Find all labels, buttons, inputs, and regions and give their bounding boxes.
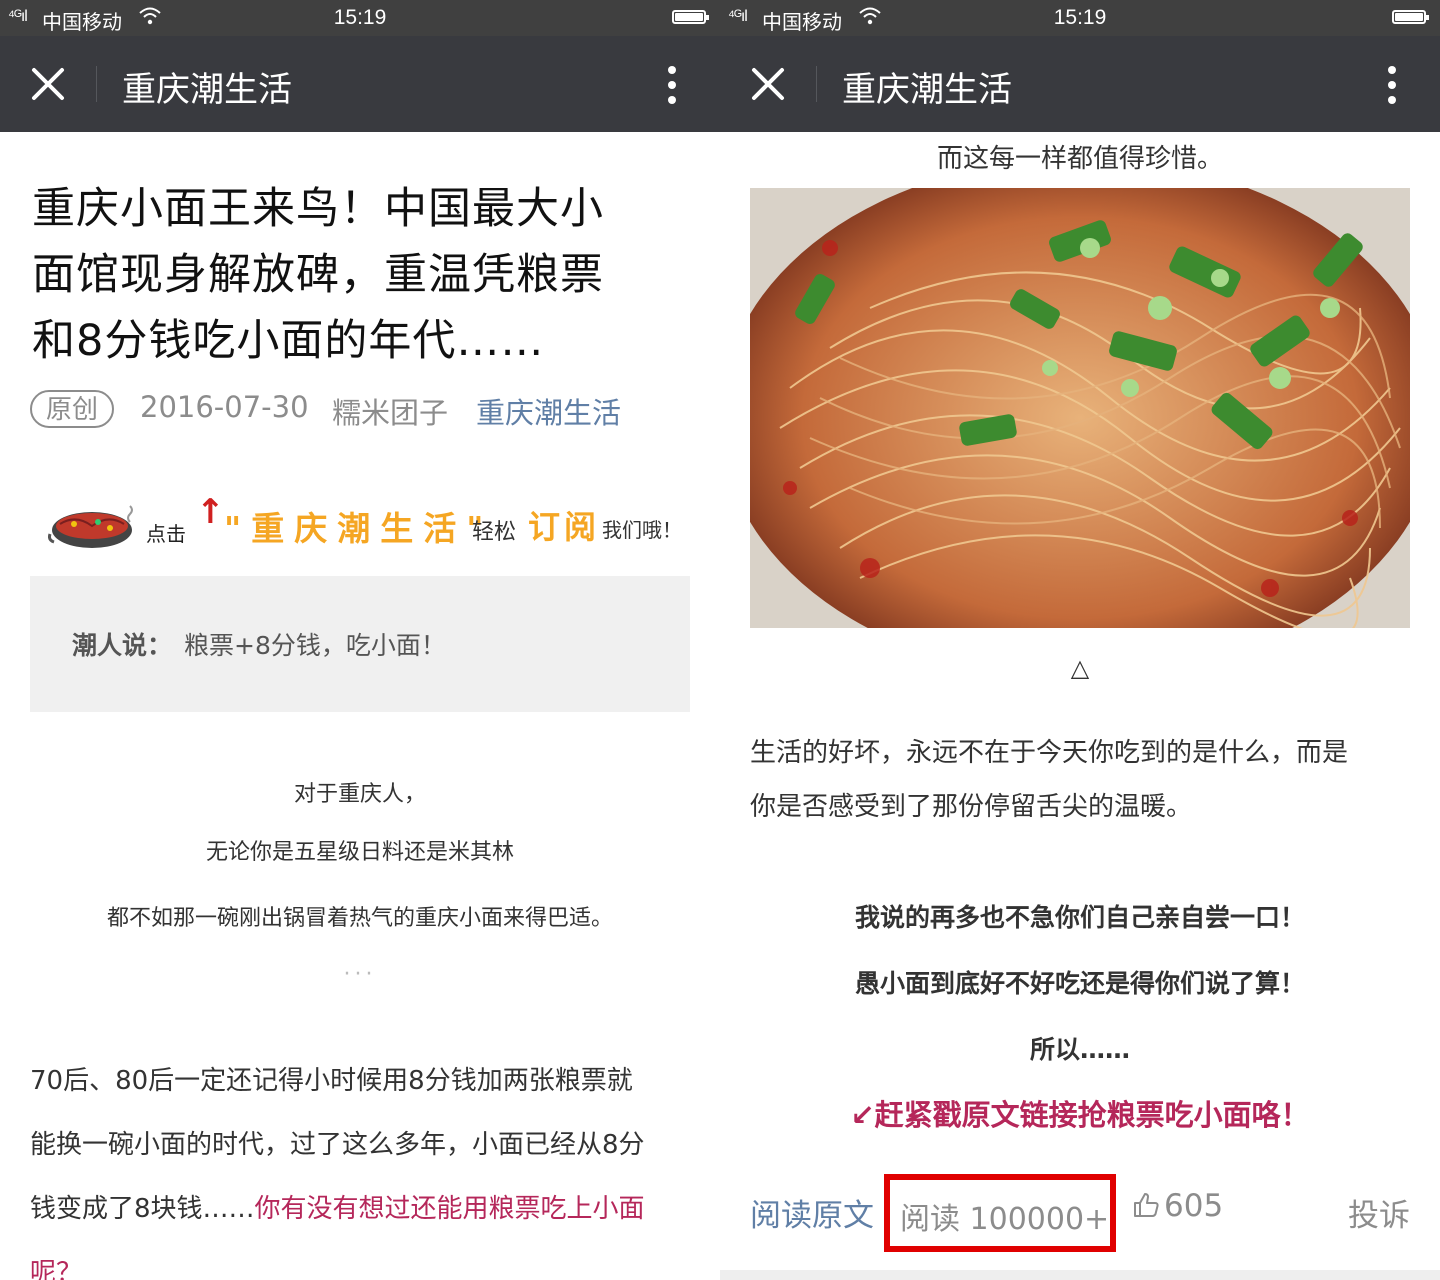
right-screen: ⁴ᴳıl 中国移动 15:19 重庆潮生活 而这每一样都值得珍惜。 △ 生活的好… xyxy=(720,0,1440,1280)
original-badge: 原创 xyxy=(30,390,115,428)
banner-click-text: 点击 xyxy=(146,522,186,546)
bottom-divider xyxy=(720,1270,1440,1280)
subscribe-banner: 点击 ↑ "重庆潮生活" 轻松 订阅 我们哦！ xyxy=(48,492,688,556)
battery-icon xyxy=(1392,10,1429,24)
title-line: 重庆小面王来鸟！中国最大小 xyxy=(32,184,604,234)
left-screen: ⁴ᴳıl 中国移动 15:19 重庆潮生活 重庆小面王来鸟！中国最大小 面馆现身… xyxy=(0,0,720,1280)
read-count: 阅读 100000+ xyxy=(900,1202,1110,1237)
close-button[interactable] xyxy=(744,60,792,108)
title-line: 面馆现身解放碑，重温凭粮票 xyxy=(32,250,604,300)
nav-divider xyxy=(96,66,97,102)
nav-divider xyxy=(816,66,817,102)
more-button[interactable] xyxy=(654,64,690,106)
paragraph-line: 生活的好坏，永远不在于今天你吃到的是什么，而是 xyxy=(750,738,1349,768)
caption-text: 而这每一样都值得珍惜。 xyxy=(936,144,1223,174)
center-text-line: 无论你是五星级日料还是米其林 xyxy=(205,840,514,865)
call-to-action: ↙赶紧戳原文链接抢粮票吃小面咯！ xyxy=(850,1098,1310,1132)
paragraph-red-line: 呢？ xyxy=(30,1258,83,1280)
caption-triangle: △ xyxy=(1070,654,1090,682)
status-bar: ⁴ᴳıl 中国移动 15:19 xyxy=(0,0,720,36)
like-count: 605 xyxy=(1164,1188,1224,1224)
nav-bar: 重庆潮生活 xyxy=(0,36,720,132)
account-link[interactable]: 重庆潮生活 xyxy=(476,390,621,432)
ellipsis-divider: ··· xyxy=(343,962,377,987)
article-footer: 阅读原文 阅读 100000+ 605 投诉 xyxy=(720,1174,1440,1252)
read-original-link[interactable]: 阅读原文 xyxy=(750,1190,874,1235)
read-count-highlight: 阅读 100000+ xyxy=(884,1174,1116,1252)
nav-title: 重庆潮生活 xyxy=(842,70,1012,110)
paragraph-plain-text: 钱变成了8块钱…… xyxy=(30,1194,255,1224)
nav-bar: 重庆潮生活 xyxy=(720,36,1440,132)
center-text-line: 对于重庆人， xyxy=(293,782,426,807)
paragraph-red-text: 你有没有想过还能用粮票吃上小面 xyxy=(254,1194,645,1224)
banner-account-name: "重庆潮生活" xyxy=(224,509,494,548)
more-button[interactable] xyxy=(1374,64,1410,106)
title-line: 和8分钱吃小面的年代…… xyxy=(32,316,545,366)
quote-label: 潮人说： xyxy=(72,631,173,660)
status-bar: ⁴ᴳıl 中国移动 15:19 xyxy=(720,0,1440,36)
thumbs-up-icon xyxy=(1134,1193,1159,1217)
noodle-photo xyxy=(750,188,1410,628)
bold-line: 所以…… xyxy=(1029,1035,1130,1064)
quote-text: 粮票+8分钱，吃小面！ xyxy=(184,631,446,660)
banner-easy-text: 轻松 xyxy=(472,520,517,545)
author-name: 糯米团子 xyxy=(332,396,449,430)
paragraph-line: 70后、80后一定还记得小时候用8分钱加两张粮票就 xyxy=(30,1066,633,1096)
battery-icon xyxy=(672,10,709,24)
paragraph-line: 能换一碗小面的时代，过了这么多年，小面已经从8分 xyxy=(30,1130,645,1160)
article-title: 重庆小面王来鸟！中国最大小 面馆现身解放碑，重温凭粮票 和8分钱吃小面的年代…… xyxy=(32,176,672,374)
more-vertical-icon xyxy=(1388,66,1396,104)
quote-box: 潮人说： 粮票+8分钱，吃小面！ xyxy=(30,576,690,712)
publish-date: 2016-07-30 xyxy=(140,390,309,424)
close-icon xyxy=(32,68,64,100)
status-time: 15:19 xyxy=(333,6,387,29)
nav-title: 重庆潮生活 xyxy=(122,70,292,110)
close-icon xyxy=(752,68,784,100)
paragraph-line: 钱变成了8块钱……你有没有想过还能用粮票吃上小面 xyxy=(30,1188,645,1225)
banner-subscribe-text: 订阅 xyxy=(528,508,601,546)
hotpot-icon xyxy=(48,505,133,548)
paragraph-line: 你是否感受到了那份停留舌尖的温暖。 xyxy=(750,792,1193,822)
center-text-line: 都不如那一碗刚出锅冒着热气的重庆小面来得巴适。 xyxy=(106,906,613,931)
bold-line: 愚小面到底好不好吃还是得你们说了算！ xyxy=(854,969,1305,998)
report-link[interactable]: 投诉 xyxy=(1348,1190,1410,1235)
close-button[interactable] xyxy=(24,60,72,108)
article-content[interactable]: 重庆小面王来鸟！中国最大小 面馆现身解放碑，重温凭粮票 和8分钱吃小面的年代……… xyxy=(0,132,720,1280)
up-arrow-icon: ↑ xyxy=(196,492,225,532)
more-vertical-icon xyxy=(668,66,676,104)
like-button[interactable]: 605 xyxy=(1132,1188,1223,1224)
bold-line: 我说的再多也不急你们自己亲自尝一口！ xyxy=(854,903,1305,932)
banner-us-text: 我们哦！ xyxy=(602,518,682,542)
article-content[interactable]: 而这每一样都值得珍惜。 △ 生活的好坏，永远不在于今天你吃到的是什么，而是 你是… xyxy=(720,132,1440,1280)
status-time: 15:19 xyxy=(1053,6,1107,29)
